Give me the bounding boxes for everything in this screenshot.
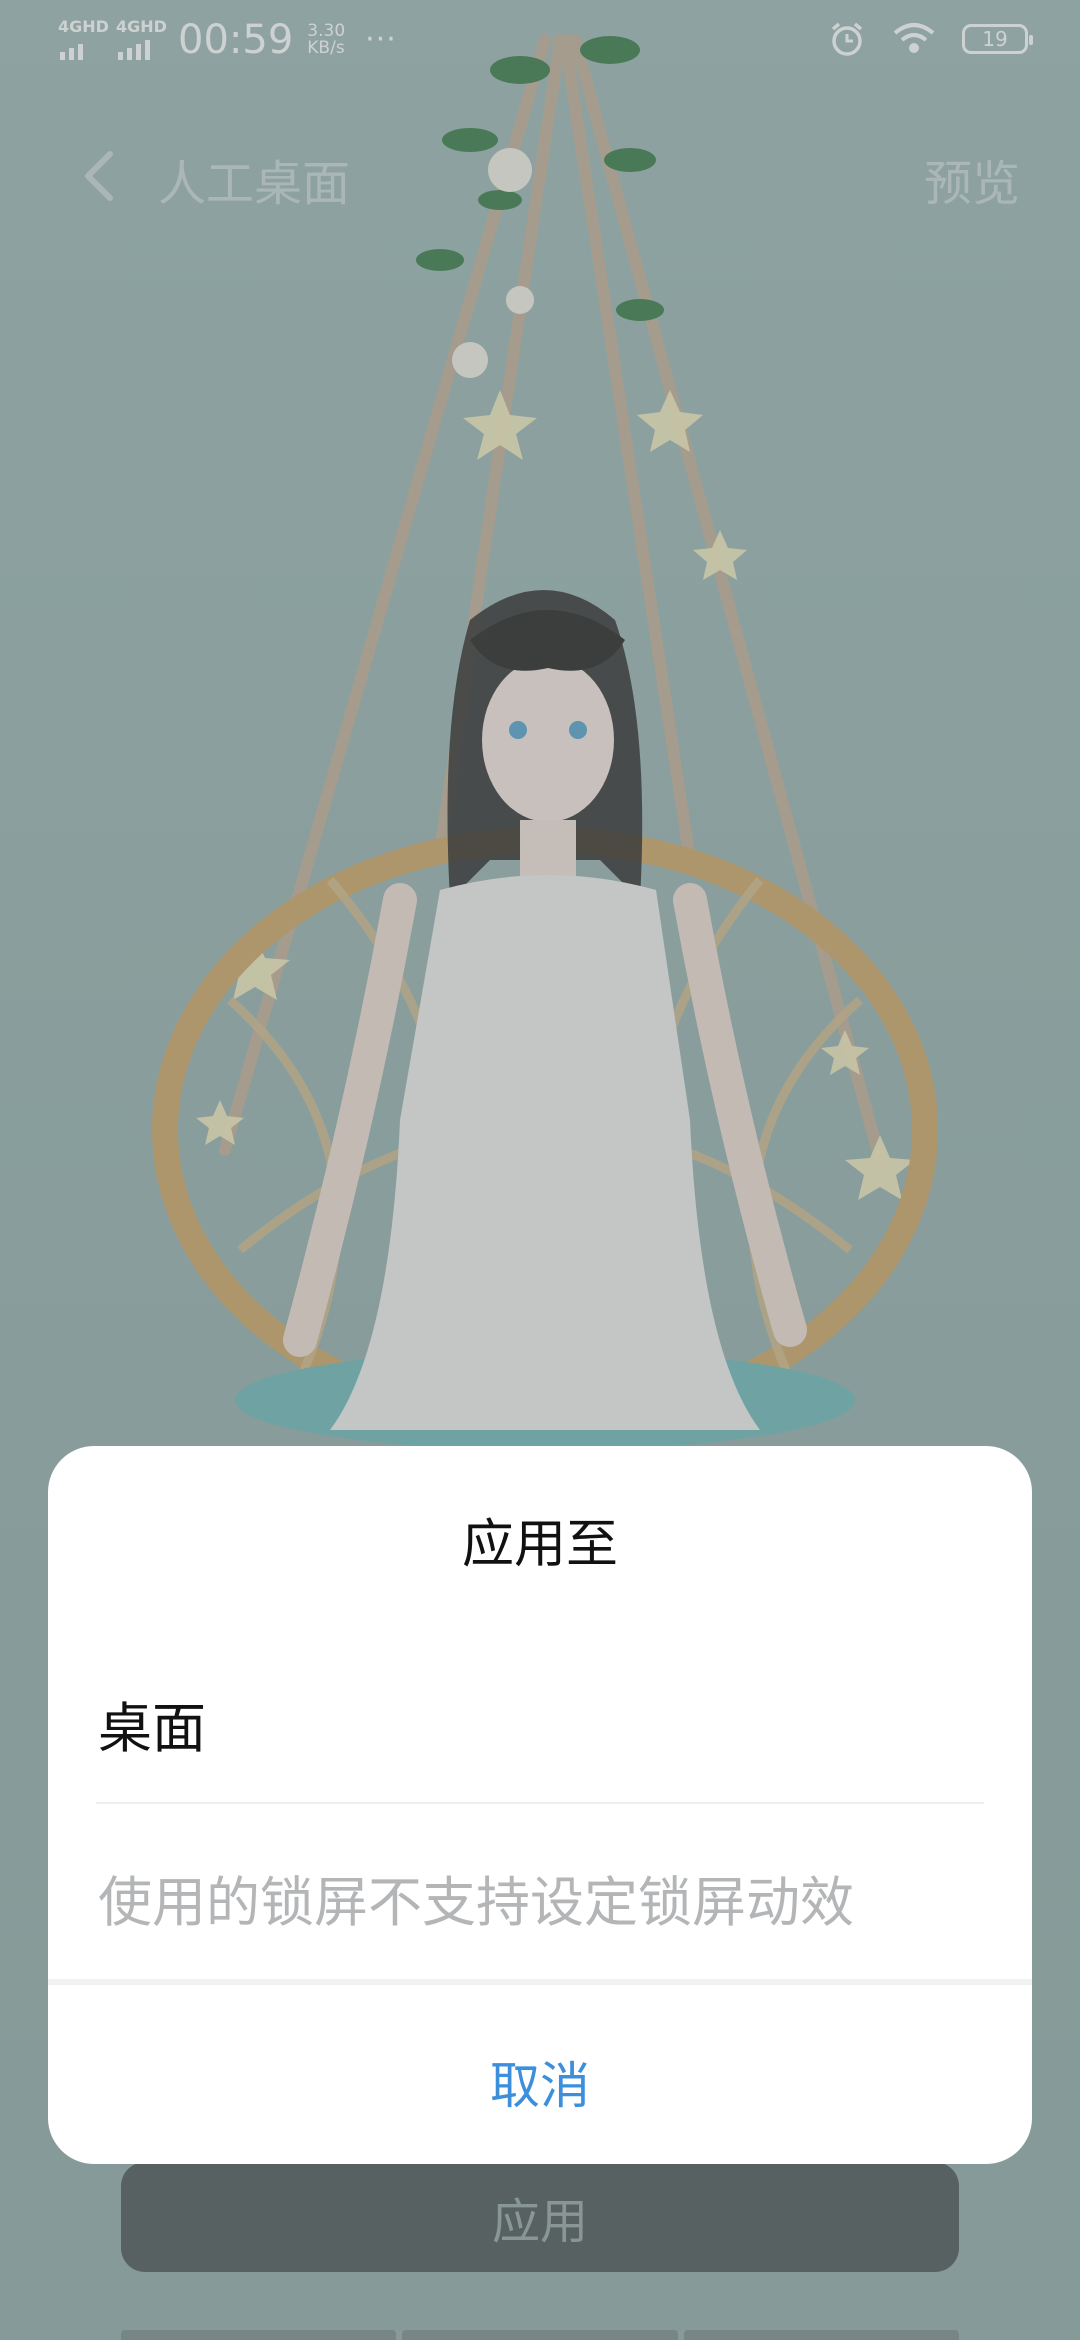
divider xyxy=(48,1979,1032,1985)
apply-to-dialog: 应用至 桌面 使用的锁屏不支持设定锁屏动效 取消 xyxy=(48,1446,1032,2164)
wallpaper-preview-screen: 4GHD 4GHD 00:59 3.30 KB/s ··· 19 人工桌面 预览… xyxy=(0,0,1080,2340)
dialog-title: 应用至 xyxy=(461,1515,618,1575)
cancel-button[interactable]: 取消 xyxy=(48,2046,1032,2118)
divider xyxy=(96,1802,984,1804)
apply-to-desktop-option[interactable]: 桌面 xyxy=(98,1684,206,1763)
apply-to-lockscreen-option-disabled: 使用的锁屏不支持设定锁屏动效 xyxy=(98,1871,854,1934)
